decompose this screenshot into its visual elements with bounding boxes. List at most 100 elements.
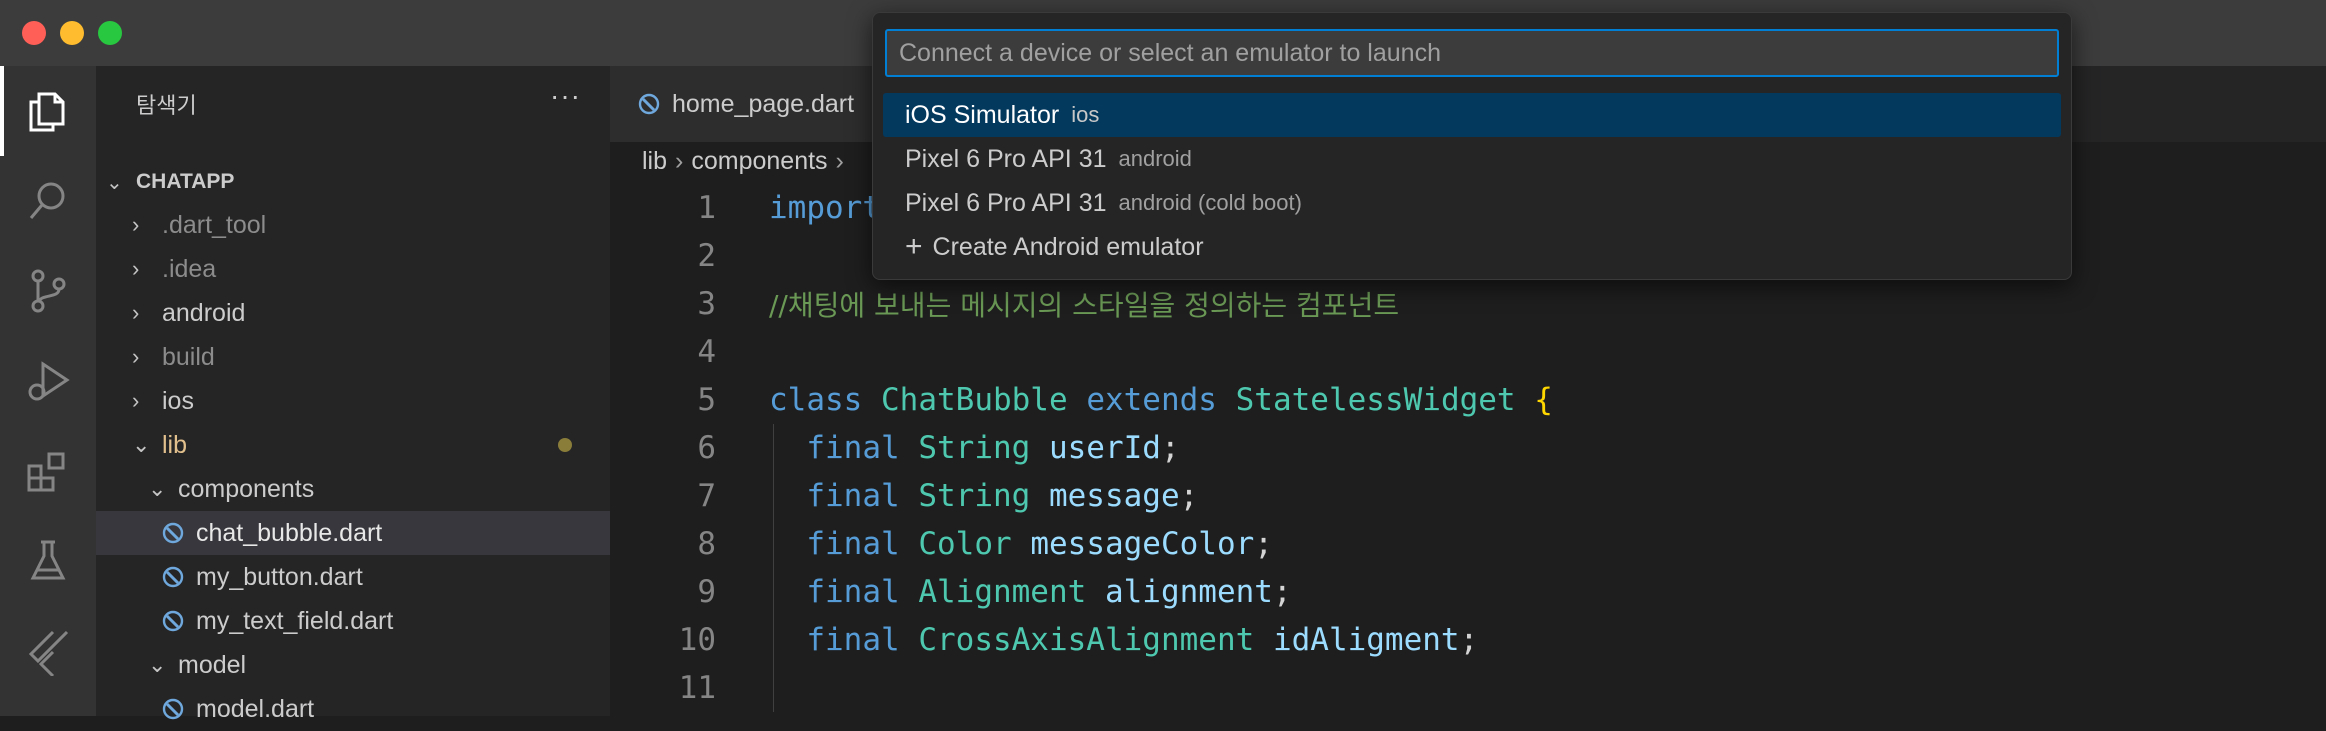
line-number: 6 xyxy=(697,430,716,466)
item-description: ios xyxy=(1071,102,1100,127)
line-number: 4 xyxy=(697,334,716,370)
chevron-right-icon: › xyxy=(132,300,140,325)
activity-run-debug[interactable] xyxy=(0,336,96,426)
code-keyword: final xyxy=(806,430,900,466)
chevron-right-icon: › xyxy=(132,388,140,413)
code-keyword: class xyxy=(769,382,863,418)
activity-extensions[interactable] xyxy=(0,426,96,516)
code-identifier: messageColor xyxy=(1030,526,1255,562)
chevron-right-icon: › xyxy=(132,256,140,281)
minimize-window-button[interactable] xyxy=(60,21,84,45)
quick-pick-item-ios-simulator[interactable]: iOS Simulator ios xyxy=(883,93,2061,137)
tree-folder-components[interactable]: ⌄ components xyxy=(96,467,610,511)
line-number: 5 xyxy=(697,382,716,418)
tree-folder-lib[interactable]: ⌄ lib xyxy=(96,423,610,467)
tree-label: lib xyxy=(162,430,188,459)
code-type: String xyxy=(918,478,1031,514)
code-punct: ; xyxy=(1254,526,1273,562)
code-field: final Alignment alignment; xyxy=(769,574,1292,610)
item-label: Pixel 6 Pro API 31 xyxy=(905,144,1107,173)
tree-label: components xyxy=(178,474,315,503)
device-quick-pick: iOS Simulator ios Pixel 6 Pro API 31 and… xyxy=(872,12,2072,280)
tab-label: home_page.dart xyxy=(672,89,855,118)
breadcrumb: lib › components › xyxy=(642,142,852,180)
tree-label: chat_bubble.dart xyxy=(196,518,383,547)
tree-folder-ios[interactable]: › ios xyxy=(96,379,610,423)
code-line: 9 final Alignment alignment; xyxy=(610,568,2326,616)
line-number: 7 xyxy=(697,478,716,514)
code-field: final Color messageColor; xyxy=(769,526,1273,562)
code-field: final String userId; xyxy=(769,430,1179,466)
explorer-sidebar: 탐색기 ··· ⌄ CHATAPP › .dart_tool › .idea ›… xyxy=(96,66,610,723)
code-type: CrossAxisAlignment xyxy=(918,622,1255,658)
code-line: 6 final String userId; xyxy=(610,424,2326,472)
tree-file-my-text-field[interactable]: my_text_field.dart xyxy=(96,599,610,643)
quick-pick-item-pixel-cold-boot[interactable]: Pixel 6 Pro API 31 android (cold boot) xyxy=(883,181,2061,225)
tree-file-chat-bubble[interactable]: chat_bubble.dart xyxy=(96,511,610,555)
line-number: 3 xyxy=(697,286,716,322)
source-control-icon xyxy=(31,269,66,313)
code-punct: ; xyxy=(1179,478,1199,514)
activity-flutter[interactable] xyxy=(0,606,96,696)
line-number: 2 xyxy=(697,238,716,274)
code-keyword: final xyxy=(806,478,900,514)
item-description: android xyxy=(1118,146,1192,171)
tree-label: ios xyxy=(162,386,194,415)
zoom-window-button[interactable] xyxy=(98,21,122,45)
code-brace: { xyxy=(1534,382,1553,418)
explorer-icon xyxy=(29,92,65,132)
activity-explorer[interactable] xyxy=(0,66,96,156)
device-search-input[interactable] xyxy=(885,29,2059,77)
line-number: 11 xyxy=(678,670,716,706)
activity-testing[interactable] xyxy=(0,516,96,606)
code-identifier: userId xyxy=(1048,430,1161,466)
code-field: final String message; xyxy=(769,478,1198,514)
tree-file-model[interactable]: model.dart xyxy=(96,687,610,731)
tree-folder-build[interactable]: › build xyxy=(96,335,610,379)
project-name: CHATAPP xyxy=(136,170,235,193)
tree-folder-dart-tool[interactable]: › .dart_tool xyxy=(96,203,610,247)
chevron-right-icon: › xyxy=(132,212,140,237)
sidebar-title: 탐색기 xyxy=(136,93,197,118)
activity-source-control[interactable] xyxy=(0,246,96,336)
tree-label: .idea xyxy=(162,254,217,283)
code-line: 8 final Color messageColor; xyxy=(610,520,2326,568)
code-class-name: ChatBubble xyxy=(881,382,1068,418)
item-description: android (cold boot) xyxy=(1118,190,1302,215)
line-number: 1 xyxy=(697,190,716,226)
code-type: String xyxy=(918,430,1031,466)
tab-home-page[interactable]: home_page.dart xyxy=(610,66,880,142)
breadcrumb-components[interactable]: components xyxy=(691,147,827,176)
tree-label: my_text_field.dart xyxy=(196,606,394,635)
dart-file-icon xyxy=(638,93,660,115)
quick-pick-item-pixel-android[interactable]: Pixel 6 Pro API 31 android xyxy=(883,137,2061,181)
tree-folder-android[interactable]: › android xyxy=(96,291,610,335)
code-line: 4 xyxy=(610,328,2326,376)
breadcrumb-lib[interactable]: lib xyxy=(642,147,667,176)
dart-file-icon xyxy=(162,522,184,544)
code-line: 3 //채팅에 보내는 메시지의 스타일을 정의하는 컴포넌트 xyxy=(610,280,2326,328)
code-field: final CrossAxisAlignment idAligment; xyxy=(769,622,1478,658)
more-actions-button[interactable]: ··· xyxy=(550,80,581,112)
tree-folder-idea[interactable]: › .idea xyxy=(96,247,610,291)
chevron-down-icon: ⌄ xyxy=(148,652,167,677)
dart-file-icon xyxy=(162,566,184,588)
chevron-down-icon: ⌄ xyxy=(148,476,167,501)
code-class-declaration: class ChatBubble extends StatelessWidget… xyxy=(769,382,1553,418)
code-keyword: final xyxy=(806,622,900,658)
tree-label: build xyxy=(162,342,215,371)
code-punct: ; xyxy=(1272,574,1292,610)
code-keyword: final xyxy=(806,574,900,610)
activity-search[interactable] xyxy=(0,156,96,246)
breadcrumb-separator: › xyxy=(675,146,684,175)
tree-file-my-button[interactable]: my_button.dart xyxy=(96,555,610,599)
extensions-icon xyxy=(27,452,65,492)
quick-pick-item-create-emulator[interactable]: + Create Android emulator xyxy=(883,225,2061,269)
project-root[interactable]: ⌄ CHATAPP xyxy=(96,160,610,204)
code-parent-class: StatelessWidget xyxy=(1235,382,1516,418)
dart-file-icon xyxy=(162,698,184,720)
code-identifier: message xyxy=(1048,478,1180,514)
tree-folder-model[interactable]: ⌄ model xyxy=(96,643,610,687)
modified-indicator xyxy=(558,438,572,452)
close-window-button[interactable] xyxy=(22,21,46,45)
